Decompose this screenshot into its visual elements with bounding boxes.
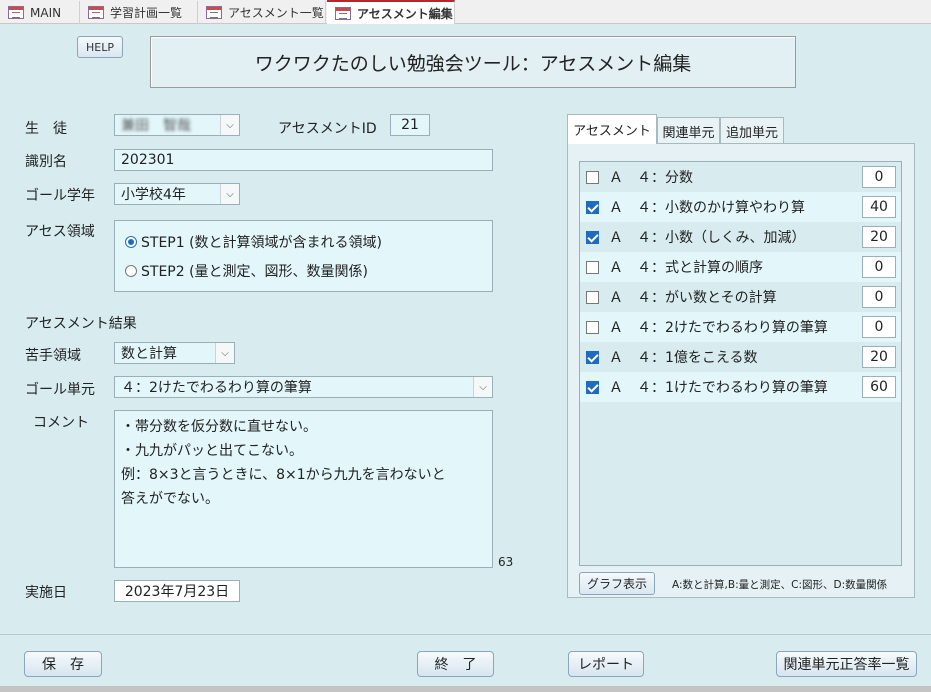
date-label: 実施日 <box>25 585 67 601</box>
step1-radio[interactable]: STEP1 (数と計算領域が含まれる領域) <box>125 232 382 252</box>
help-button[interactable]: HELP <box>77 36 123 58</box>
chevron-down-icon[interactable]: ⌵ <box>215 343 234 363</box>
item-label: Ａ ４：2けたでわるわり算の筆算 <box>609 320 828 336</box>
item-label: Ａ ４：1けたでわるわり算の筆算 <box>609 380 828 396</box>
list-item[interactable]: Ａ ４：がい数とその計算 0 <box>580 282 901 312</box>
assessment-panel: Ａ ４：分数 0 Ａ ４：小数のかけ算やわり算 40 Ａ ４：小数（しくみ、加減） 20 Ａ… <box>567 143 915 598</box>
student-value: 兼田 智哉 <box>121 118 191 134</box>
goal-unit-value: ４：2けたでわるわり算の筆算 <box>121 380 312 396</box>
student-combo[interactable]: 兼田 智哉 ⌵ <box>114 114 240 136</box>
score-field[interactable]: 0 <box>862 256 896 278</box>
status-strip <box>0 686 931 692</box>
comment-textarea[interactable]: ・帯分数を仮分数に直せない。 ・九九がパッと出てこない。 例：8×3と言うときに… <box>114 410 493 568</box>
checkbox-checked-icon[interactable] <box>586 230 599 244</box>
comment-line: ・九九がパッと出てこない。 <box>121 443 303 459</box>
report-button[interactable]: レポート <box>568 651 644 677</box>
document-tab-bar: MAIN 学習計画一覧 アセスメント一覧 アセスメント編集 <box>0 0 931 24</box>
checkbox-checked-icon[interactable] <box>586 350 599 364</box>
checkbox-checked-icon[interactable] <box>586 200 599 214</box>
identifier-input[interactable]: 202301 <box>114 149 493 171</box>
item-label: Ａ ４：小数のかけ算やわり算 <box>609 200 805 216</box>
weak-area-value: 数と計算 <box>121 346 177 362</box>
area-option-group: STEP1 (数と計算領域が含まれる領域) STEP2 (量と測定、図形、数量関… <box>114 220 493 292</box>
score-field[interactable]: 0 <box>862 286 896 308</box>
related-unit-rate-button[interactable]: 関連単元正答率一覧 <box>776 651 917 677</box>
area-legend-note: A:数と計算,B:量と測定、C:図形、D:数量関係 <box>672 579 888 591</box>
goal-grade-combo[interactable]: 小学校4年 ⌵ <box>114 183 240 205</box>
list-item[interactable]: Ａ ４：1けたでわるわり算の筆算 60 <box>580 372 901 402</box>
weak-area-combo[interactable]: 数と計算 ⌵ <box>114 342 235 364</box>
form-icon <box>8 6 24 19</box>
step2-radio[interactable]: STEP2 (量と測定、図形、数量関係) <box>125 261 368 281</box>
radio-unselected-icon[interactable] <box>125 265 137 277</box>
weak-area-label: 苦手領域 <box>25 348 81 364</box>
comment-line: 答えがでない。 <box>121 491 219 507</box>
goal-unit-label: ゴール単元 <box>25 382 95 398</box>
chevron-down-icon[interactable]: ⌵ <box>220 184 239 204</box>
radio-selected-icon[interactable] <box>125 236 137 248</box>
footer-bar: 保 存 終 了 レポート 関連単元正答率一覧 <box>0 634 931 692</box>
checkbox-unchecked-icon[interactable] <box>586 290 599 304</box>
tab-additional-units[interactable]: 追加単元 <box>720 117 784 144</box>
checkbox-unchecked-icon[interactable] <box>586 320 599 334</box>
checkbox-checked-icon[interactable] <box>586 380 599 394</box>
checkbox-unchecked-icon[interactable] <box>586 260 599 274</box>
assessment-id-label: アセスメントID <box>278 121 377 137</box>
score-field[interactable]: 0 <box>862 316 896 338</box>
chevron-down-icon[interactable]: ⌵ <box>473 377 492 397</box>
score-field[interactable]: 40 <box>862 196 896 218</box>
form-icon <box>206 6 222 19</box>
form-body: HELP ワクワクたのしい勉強会ツール：アセスメント編集 生 徒 兼田 智哉 ⌵… <box>0 24 931 634</box>
tab-label: MAIN <box>30 5 62 20</box>
comment-label: コメント <box>33 415 89 431</box>
tab-label: アセスメント編集 <box>357 6 453 21</box>
form-icon <box>335 6 351 20</box>
page-title: ワクワクたのしい勉強会ツール：アセスメント編集 <box>150 36 796 88</box>
checkbox-unchecked-icon[interactable] <box>586 170 599 184</box>
identifier-label: 識別名 <box>25 154 67 170</box>
area-label: アセス領域 <box>25 224 95 240</box>
step2-label: STEP2 (量と測定、図形、数量関係) <box>141 264 369 280</box>
goal-unit-combo[interactable]: ４：2けたでわるわり算の筆算 ⌵ <box>114 376 493 398</box>
list-item[interactable]: Ａ ４：1億をこえる数 20 <box>580 342 901 372</box>
tab-label: 学習計画一覧 <box>110 6 183 20</box>
list-item[interactable]: Ａ ４：小数（しくみ、加減） 20 <box>580 222 901 252</box>
goal-grade-label: ゴール学年 <box>25 188 95 204</box>
save-button[interactable]: 保 存 <box>24 651 102 677</box>
comment-line: ・帯分数を仮分数に直せない。 <box>121 419 317 435</box>
goal-grade-value: 小学校4年 <box>121 187 186 203</box>
list-item[interactable]: Ａ ４：分数 0 <box>580 162 901 192</box>
score-field[interactable]: 20 <box>862 346 896 368</box>
step1-label: STEP1 (数と計算領域が含まれる領域) <box>141 235 383 251</box>
score-field[interactable]: 0 <box>862 166 896 188</box>
item-label: Ａ ４：式と計算の順序 <box>609 260 763 276</box>
tab-assessment-list[interactable]: アセスメント一覧 <box>198 1 326 24</box>
item-label: Ａ ４：小数（しくみ、加減） <box>609 230 806 246</box>
list-item[interactable]: Ａ ４：2けたでわるわり算の筆算 0 <box>580 312 901 342</box>
assessment-item-list[interactable]: Ａ ４：分数 0 Ａ ４：小数のかけ算やわり算 40 Ａ ４：小数（しくみ、加減） 20 Ａ… <box>579 161 902 566</box>
comment-line: 例：8×3と言うときに、8×1から九九を言わないと <box>121 467 446 483</box>
list-item[interactable]: Ａ ４：小数のかけ算やわり算 40 <box>580 192 901 222</box>
assessment-id-field[interactable]: 21 <box>390 114 430 136</box>
tab-related-units[interactable]: 関連単元 <box>657 117 720 144</box>
result-heading: アセスメント結果 <box>25 316 137 332</box>
item-label: Ａ ４：1億をこえる数 <box>609 350 758 366</box>
exit-button[interactable]: 終 了 <box>417 651 494 677</box>
tab-main[interactable]: MAIN <box>0 1 80 24</box>
chevron-down-icon[interactable]: ⌵ <box>220 115 239 135</box>
item-label: Ａ ４：がい数とその計算 <box>609 290 777 306</box>
form-icon <box>88 6 104 19</box>
list-item[interactable]: Ａ ４：式と計算の順序 0 <box>580 252 901 282</box>
tab-study-plan-list[interactable]: 学習計画一覧 <box>80 1 198 24</box>
date-field[interactable]: 2023年7月23日 <box>114 580 240 602</box>
student-label: 生 徒 <box>25 121 67 137</box>
item-label: Ａ ４：分数 <box>609 170 693 186</box>
tab-label: アセスメント一覧 <box>228 6 324 20</box>
score-field[interactable]: 20 <box>862 226 896 248</box>
comment-char-count: 63 <box>498 555 514 569</box>
tab-assessment-edit[interactable]: アセスメント編集 <box>327 0 455 24</box>
tab-assessment[interactable]: アセスメント <box>567 114 657 144</box>
score-field[interactable]: 60 <box>862 376 896 398</box>
graph-button[interactable]: グラフ表示 <box>579 572 655 595</box>
